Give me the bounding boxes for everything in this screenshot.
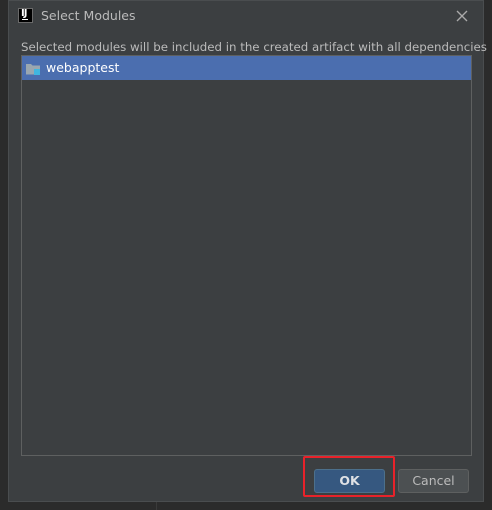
ok-button[interactable]: OK — [314, 469, 385, 493]
background-divider — [156, 502, 157, 510]
module-folder-icon — [25, 61, 41, 75]
intellij-app-icon: IJ — [18, 8, 33, 23]
close-icon[interactable] — [453, 7, 471, 25]
list-item[interactable]: webapptest — [22, 56, 471, 80]
title-bar: IJ Select Modules — [9, 1, 483, 33]
cancel-button[interactable]: Cancel — [398, 469, 469, 493]
description-text: Selected modules will be included in the… — [21, 40, 487, 54]
select-modules-dialog: IJ Select Modules Selected modules will … — [8, 0, 487, 502]
dialog-title: Select Modules — [41, 8, 136, 23]
modules-tree[interactable]: webapptest — [21, 55, 472, 456]
module-label: webapptest — [46, 60, 120, 75]
